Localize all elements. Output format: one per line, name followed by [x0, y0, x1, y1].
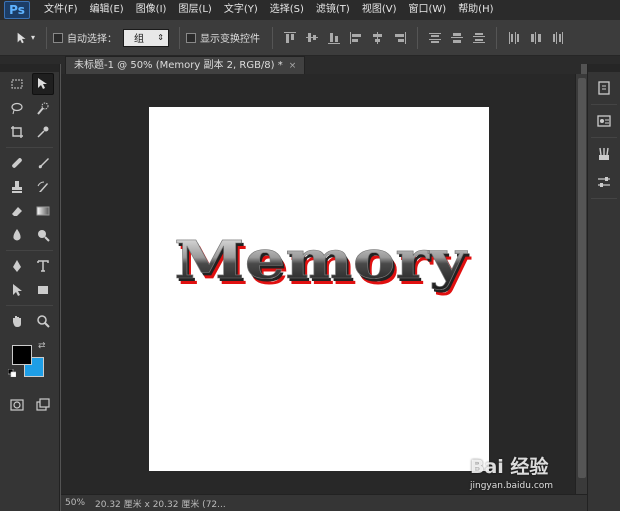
photoshop-logo: Ps [4, 1, 30, 19]
menu-bar: Ps 文件(F) 编辑(E) 图像(I) 图层(L) 文字(Y) 选择(S) 滤… [0, 0, 620, 20]
auto-select-checkbox[interactable] [53, 32, 63, 43]
document-canvas[interactable]: Memory Memory Memory [149, 107, 489, 471]
tools-panel-header[interactable] [0, 64, 59, 72]
divider [417, 26, 418, 49]
gradient-tool-icon[interactable] [32, 200, 54, 222]
show-transform-checkbox[interactable] [186, 32, 196, 43]
divider [46, 26, 47, 49]
quick-select-tool-icon[interactable] [32, 97, 54, 119]
pen-tool-icon[interactable] [6, 255, 28, 277]
move-icon [17, 32, 26, 43]
distribute-vcenter-icon[interactable] [449, 30, 465, 46]
menu-type[interactable]: 文字(Y) [218, 0, 264, 20]
document-tab-bar: 未标题-1 @ 50% (Memory 副本 2, RGB/8) * × [61, 56, 581, 74]
align-left-icon[interactable] [348, 30, 364, 46]
menu-help[interactable]: 帮助(H) [452, 0, 499, 20]
divider [591, 137, 617, 138]
divider [272, 26, 273, 49]
marquee-tool-icon[interactable] [6, 73, 28, 95]
baidu-jingyan-watermark: Bai 经验 jingyan.baidu.com [470, 452, 590, 502]
menu-select[interactable]: 选择(S) [264, 0, 310, 20]
dodge-tool-icon[interactable] [32, 224, 54, 246]
screen-mode-icon[interactable] [32, 394, 54, 416]
properties-panel-icon[interactable] [590, 109, 618, 133]
align-vcenter-icon[interactable] [304, 30, 320, 46]
divider [6, 250, 53, 251]
color-swatches: ⇄ [0, 337, 59, 393]
vertical-scrollbar[interactable] [575, 74, 587, 494]
show-transform-label: 显示变换控件 [200, 34, 260, 45]
healing-brush-tool-icon[interactable] [6, 152, 28, 174]
canvas-workspace[interactable]: Memory Memory Memory [61, 74, 575, 494]
crop-tool-icon[interactable] [6, 121, 28, 143]
adjustments-panel-icon[interactable] [590, 170, 618, 194]
align-top-icon[interactable] [282, 30, 298, 46]
updown-arrow-icon: ⇕ [157, 33, 164, 42]
document-size: 20.32 厘米 x 20.32 厘米 (72... [95, 499, 226, 510]
watermark-brand: Bai 经验 [470, 456, 549, 478]
divider [591, 104, 617, 105]
menu-edit[interactable]: 编辑(E) [84, 0, 130, 20]
path-select-tool-icon[interactable] [6, 279, 28, 301]
canvas-artwork: Memory Memory Memory [174, 230, 472, 297]
distribute-bottom-icon[interactable] [471, 30, 487, 46]
divider [6, 305, 53, 306]
menu-layer[interactable]: 图层(L) [172, 0, 217, 20]
menu-image[interactable]: 图像(I) [130, 0, 173, 20]
foreground-color-swatch[interactable] [12, 345, 32, 365]
rectangle-tool-icon[interactable] [32, 279, 54, 301]
chevron-down-icon: ▾ [30, 33, 35, 42]
move-tool-icon[interactable] [32, 73, 54, 95]
document-tab[interactable]: 未标题-1 @ 50% (Memory 副本 2, RGB/8) * × [65, 56, 306, 75]
tools-panel: ⇄ [0, 64, 60, 511]
close-icon[interactable]: × [289, 57, 297, 75]
document-tab-title: 未标题-1 @ 50% (Memory 副本 2, RGB/8) * [74, 59, 283, 71]
menu-view[interactable]: 视图(V) [356, 0, 403, 20]
scrollbar-thumb[interactable] [578, 78, 586, 478]
clone-stamp-tool-icon[interactable] [6, 176, 28, 198]
distribute-top-icon[interactable] [427, 30, 443, 46]
swap-colors-icon[interactable]: ⇄ [38, 341, 46, 351]
align-bottom-icon[interactable] [326, 30, 342, 46]
options-bar: ▾ 自动选择： 组 ⇕ 显示变换控件 [0, 20, 620, 56]
eyedropper-tool-icon[interactable] [32, 121, 54, 143]
align-right-icon[interactable] [392, 30, 408, 46]
divider [591, 198, 617, 199]
quick-mask-icon[interactable] [6, 394, 28, 416]
memory-text-layer[interactable]: Memory [174, 230, 469, 292]
zoom-level[interactable]: 50% [65, 498, 85, 508]
default-colors-icon[interactable] [8, 369, 16, 377]
dock-header[interactable] [588, 64, 620, 72]
auto-select-dropdown[interactable]: 组 ⇕ [123, 28, 169, 47]
menu-file[interactable]: 文件(F) [38, 0, 84, 20]
right-panel-dock [587, 64, 620, 511]
eraser-tool-icon[interactable] [6, 200, 28, 222]
auto-select-label: 自动选择： [67, 34, 117, 45]
zoom-tool-icon[interactable] [32, 310, 54, 332]
divider [179, 26, 180, 49]
history-panel-icon[interactable] [590, 76, 618, 100]
divider [496, 26, 497, 49]
brush-tool-icon[interactable] [32, 152, 54, 174]
brush-presets-icon[interactable] [590, 142, 618, 166]
watermark-url: jingyan.baidu.com [470, 481, 554, 491]
menu-filter[interactable]: 滤镜(T) [310, 0, 356, 20]
distribute-left-icon[interactable] [506, 30, 522, 46]
lasso-tool-icon[interactable] [6, 97, 28, 119]
divider [6, 147, 53, 148]
blur-tool-icon[interactable] [6, 224, 28, 246]
type-tool-icon[interactable] [32, 255, 54, 277]
distribute-right-icon[interactable] [550, 30, 566, 46]
align-hcenter-icon[interactable] [370, 30, 386, 46]
hand-tool-icon[interactable] [6, 310, 28, 332]
move-tool-preset-button[interactable]: ▾ [10, 26, 40, 50]
auto-select-value: 组 [134, 34, 144, 45]
history-brush-tool-icon[interactable] [32, 176, 54, 198]
menu-window[interactable]: 窗口(W) [402, 0, 452, 20]
distribute-hcenter-icon[interactable] [528, 30, 544, 46]
